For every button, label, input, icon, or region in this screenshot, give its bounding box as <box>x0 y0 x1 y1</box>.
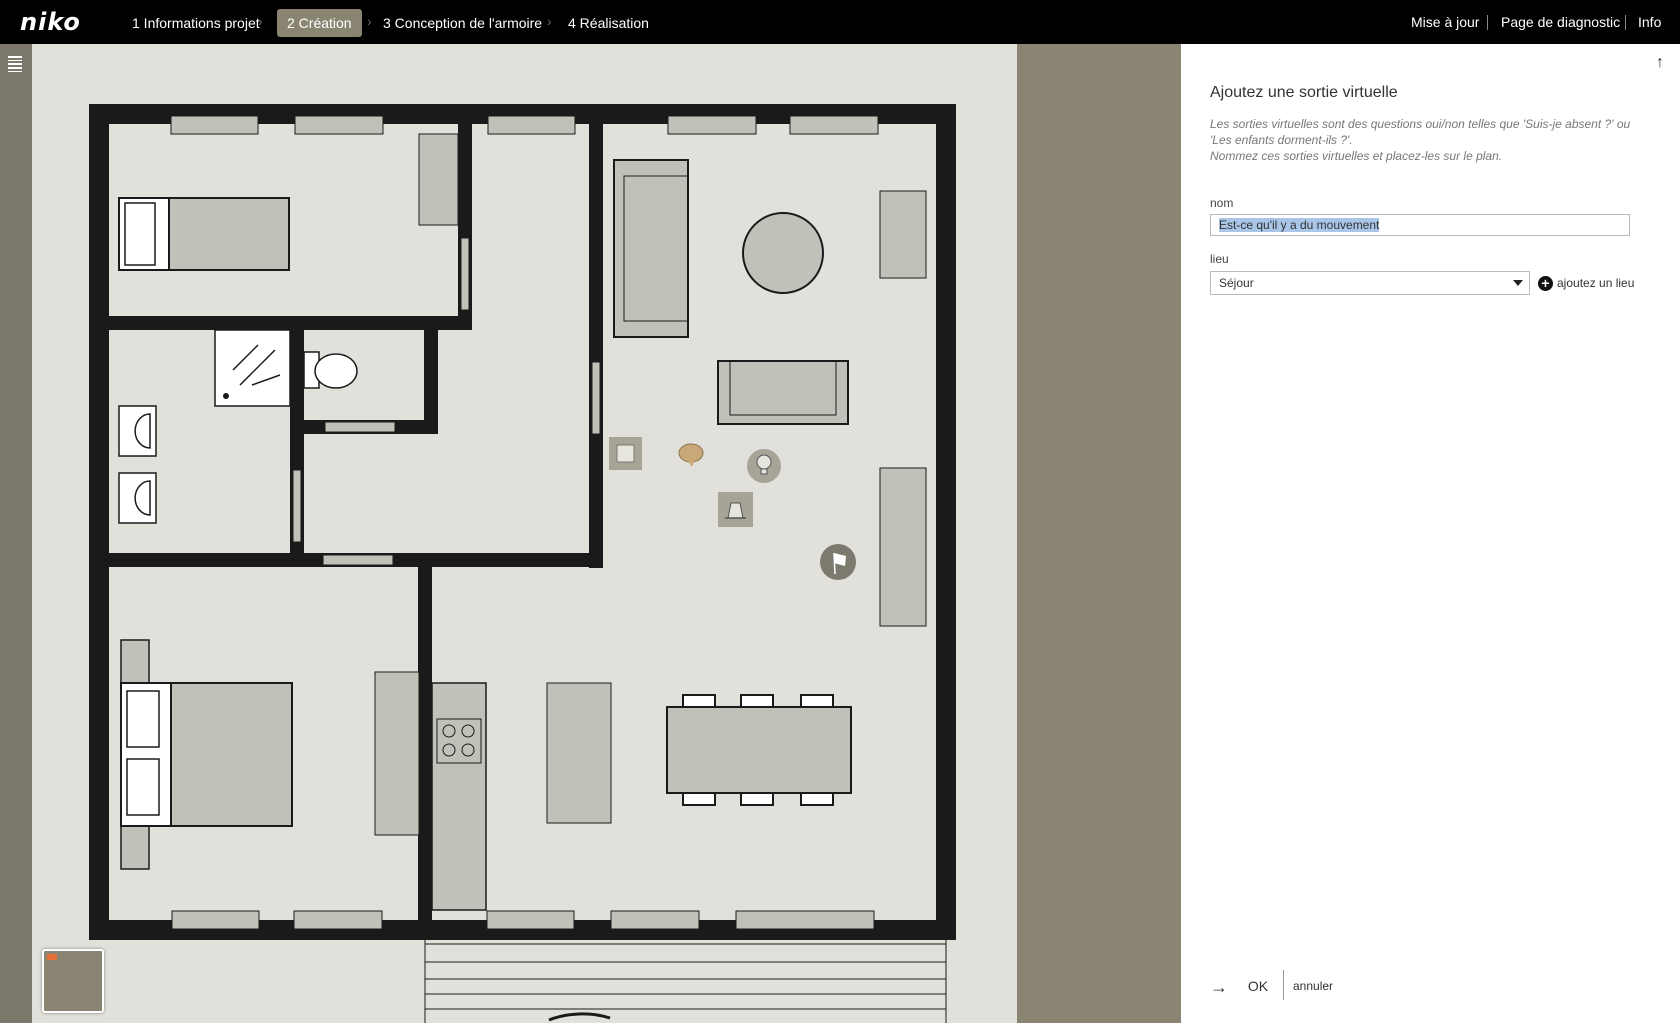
list-icon[interactable] <box>8 56 22 73</box>
arrow-up-icon[interactable]: ↑ <box>1656 54 1664 72</box>
location-select-value: Séjour <box>1219 276 1254 290</box>
left-toolbar <box>0 44 32 1023</box>
cancel-button[interactable]: annuler <box>1293 976 1333 996</box>
step-informations-projet[interactable]: 1 Informations projet <box>122 9 270 37</box>
square-switch-icon[interactable] <box>609 437 642 470</box>
button-separator <box>1283 970 1284 1000</box>
location-label: lieu <box>1210 252 1229 266</box>
floor-plan[interactable] <box>32 44 1017 1023</box>
ok-button[interactable]: → OK <box>1210 974 1268 998</box>
chevron-down-icon <box>1513 280 1523 286</box>
nav-separator <box>1487 15 1488 30</box>
panel-title: Ajoutez une sortie virtuelle <box>1210 84 1398 101</box>
add-location-button[interactable]: + ajoutez un lieu <box>1538 274 1634 292</box>
flag-icon[interactable] <box>820 544 856 580</box>
chevron-right-icon: › <box>547 13 552 29</box>
motion-sensor-icon[interactable] <box>718 492 753 527</box>
add-location-label: ajoutez un lieu <box>1557 276 1635 290</box>
floor-plan-canvas[interactable] <box>32 44 1017 1023</box>
niko-logo[interactable]: niko <box>20 8 81 36</box>
chevron-right-icon: › <box>258 13 263 29</box>
canvas-gutter <box>1017 44 1181 1023</box>
step-creation[interactable]: 2 Création <box>277 9 362 37</box>
nav-page-diagnostic[interactable]: Page de diagnostic <box>1501 0 1620 44</box>
location-select[interactable]: Séjour <box>1210 271 1530 295</box>
step-realisation[interactable]: 4 Réalisation <box>558 9 659 37</box>
minimap-viewport-marker <box>47 954 57 960</box>
ok-label: OK <box>1247 978 1269 994</box>
name-label: nom <box>1210 196 1234 210</box>
top-bar: niko 1 Informations projet › 2 Création … <box>0 0 1680 44</box>
panel-description: Les sorties virtuelles sont des question… <box>1210 116 1650 164</box>
nav-info[interactable]: Info <box>1638 0 1661 44</box>
step-conception-armoire[interactable]: 3 Conception de l'armoire <box>373 9 552 37</box>
nav-separator <box>1625 15 1626 30</box>
name-input-value: Est-ce qu'il y a du mouvement <box>1219 218 1380 232</box>
description-line-1: Les sorties virtuelles sont des question… <box>1210 117 1631 147</box>
description-line-2: Nommez ces sorties virtuelles et placez-… <box>1210 149 1503 163</box>
name-input[interactable]: Est-ce qu'il y a du mouvement <box>1210 214 1630 236</box>
virtual-output-panel: ↑ Ajoutez une sortie virtuelle Les sorti… <box>1181 44 1680 1023</box>
arrow-right-icon: → <box>1210 977 1228 998</box>
plus-circle-icon: + <box>1538 276 1553 292</box>
terrace <box>424 930 947 1023</box>
nav-mise-a-jour[interactable]: Mise à jour <box>1411 0 1479 44</box>
minimap[interactable] <box>42 949 104 1013</box>
lightbulb-icon[interactable] <box>747 449 781 483</box>
